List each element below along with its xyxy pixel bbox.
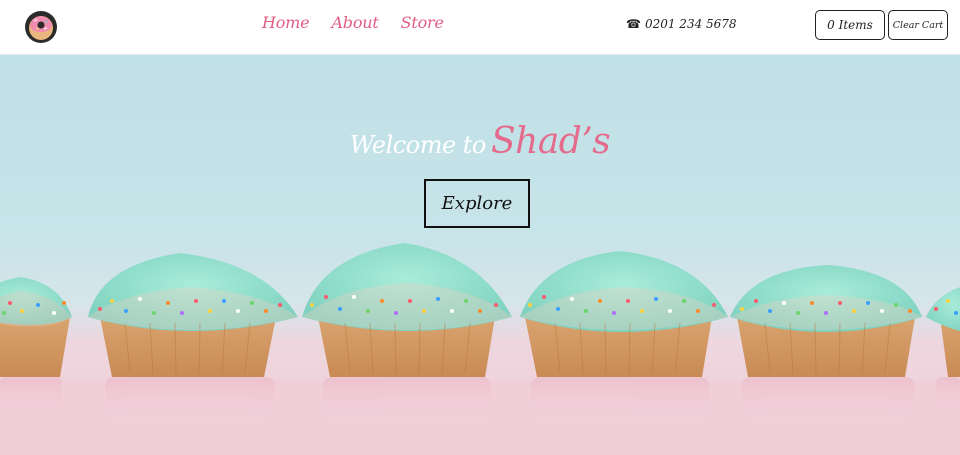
hero-heading: Welcome to Shad’s: [0, 121, 960, 162]
brand-name: Shad’s: [490, 121, 611, 162]
donut-logo-icon[interactable]: [24, 10, 58, 44]
explore-button[interactable]: Explore: [424, 179, 530, 228]
cart-button[interactable]: 0 Items: [815, 10, 885, 40]
nav-link-store[interactable]: Store: [401, 13, 444, 32]
hero-banner: Welcome to Shad’s Explore: [0, 55, 960, 455]
navbar: Home About Store ☎ 0201 234 5678 0 Items…: [0, 0, 960, 55]
welcome-text: Welcome to: [349, 131, 487, 159]
main-nav: Home About Store: [262, 13, 444, 32]
nav-link-about[interactable]: About: [331, 13, 378, 32]
clear-cart-button[interactable]: Clear Cart: [888, 10, 948, 40]
phone-contact: ☎ 0201 234 5678: [626, 17, 737, 31]
phone-icon: ☎: [626, 17, 641, 31]
phone-number: 0201 234 5678: [644, 17, 737, 31]
nav-link-home[interactable]: Home: [262, 13, 310, 32]
cupcakes-hero-image: [0, 243, 960, 455]
